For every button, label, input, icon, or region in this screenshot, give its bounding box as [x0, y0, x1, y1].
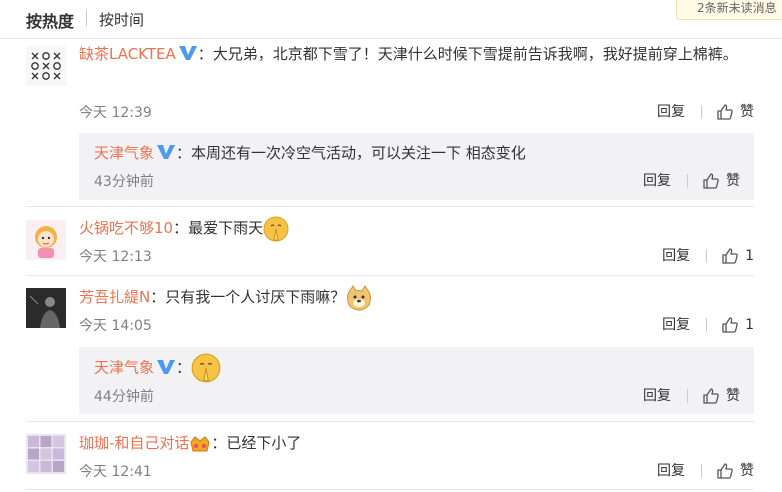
avatar[interactable] [26, 434, 66, 474]
comment-meta: 今天 12:13 回复 1 [79, 244, 754, 268]
thumbs-up-icon [722, 317, 738, 333]
like-button[interactable]: 赞 [702, 169, 740, 193]
username-link[interactable]: 缺茶LACKTEA [79, 45, 176, 63]
comment-meta: 今天 12:39 回复 赞 [79, 100, 754, 124]
pray-emoji-icon [263, 216, 289, 241]
divider [26, 206, 754, 207]
username-link[interactable]: 天津气象 [94, 359, 154, 377]
thumbs-up-icon [717, 463, 733, 479]
divider [687, 174, 688, 188]
like-button[interactable]: 1 [721, 313, 754, 337]
reply-box: 天津气象 ：本周还有一次冷空气活动，可以关注一下 相态变化 43分钟前 回复 赞 [79, 133, 754, 200]
like-count: 赞 [726, 173, 740, 189]
timestamp: 43分钟前 [94, 174, 154, 190]
timestamp: 44分钟前 [94, 389, 154, 405]
like-button[interactable]: 1 [721, 244, 754, 268]
notification-popup[interactable]: 2条新未读消息 [676, 0, 782, 20]
reply-button[interactable]: 回复 [657, 100, 685, 124]
reply-content: ：本周还有一次冷空气活动，可以关注一下 相态变化 [176, 144, 526, 162]
timestamp: 今天 14:05 [79, 318, 152, 334]
notification-text: 2条新未读消息 [697, 1, 777, 15]
comment-content: ：大兄弟，北京都下雪了！天津什么时候下雪提前告诉我啊，我好提前穿上棉裤。 [197, 45, 738, 63]
avatar[interactable] [26, 220, 66, 260]
reply-button[interactable]: 回复 [643, 384, 671, 408]
avatar[interactable] [26, 288, 66, 328]
reply-button[interactable]: 回复 [643, 169, 671, 193]
pray-emoji-icon [191, 353, 221, 383]
doge-emoji-icon [347, 284, 372, 311]
reply-text: 天津气象 ： [94, 353, 744, 383]
divider [26, 275, 754, 276]
verified-v-icon [157, 359, 176, 374]
reply-button[interactable]: 回复 [657, 459, 685, 483]
thumbs-up-icon [722, 248, 738, 264]
comment-text: 火锅吃不够10：最爱下雨天 [79, 214, 754, 242]
reply-text: 天津气象 ：本周还有一次冷空气活动，可以关注一下 相态变化 [94, 139, 744, 167]
comment-text: 芳吾扎緹N：只有我一个人讨厌下雨嘛？ [79, 283, 754, 312]
like-count: 赞 [740, 463, 754, 479]
divider [26, 489, 754, 490]
divider [701, 105, 702, 119]
divider [706, 249, 708, 263]
username-link[interactable]: 天津气象 [94, 144, 154, 162]
reply-meta: 43分钟前 回复 赞 [94, 169, 754, 193]
reply-button[interactable]: 回复 [662, 313, 690, 337]
comment-text: 缺茶LACKTEA ：大兄弟，北京都下雪了！天津什么时候下雪提前告诉我啊，我好提前… [79, 40, 754, 68]
comment-meta: 今天 12:41 回复 赞 [79, 459, 754, 483]
verified-v-icon [178, 46, 197, 60]
like-count: 1 [745, 317, 754, 333]
reply-meta: 44分钟前 回复 赞 [94, 384, 754, 408]
crown-emoji-icon [190, 435, 210, 451]
divider [86, 10, 87, 26]
like-button[interactable]: 赞 [716, 459, 754, 483]
comment-text: 珈珈-和自己对话 ：已经下小了 [79, 429, 754, 457]
reply-button[interactable]: 回复 [662, 244, 690, 268]
timestamp: 今天 12:39 [79, 105, 152, 121]
like-count: 赞 [726, 388, 740, 404]
divider [701, 464, 702, 478]
reply-box: 天津气象 ： 44分钟前 回复 赞 [79, 347, 754, 414]
comment-meta: 今天 14:05 回复 1 [79, 313, 754, 337]
username-link[interactable]: 芳吾扎緹N [79, 288, 150, 306]
comment-content: ：最爱下雨天 [173, 219, 264, 237]
timestamp: 今天 12:13 [79, 249, 152, 265]
like-count: 1 [745, 248, 754, 264]
like-button[interactable]: 赞 [702, 384, 740, 408]
comment-content: ：只有我一个人讨厌下雨嘛？ [150, 288, 346, 306]
divider [706, 318, 708, 332]
divider [26, 421, 754, 422]
username-link[interactable]: 珈珈-和自己对话 [79, 434, 189, 452]
thumbs-up-icon [703, 388, 719, 404]
divider [687, 389, 688, 403]
sort-bar: 按热度 按时间 [0, 0, 782, 39]
like-count: 赞 [740, 104, 754, 120]
thumbs-up-icon [717, 104, 733, 120]
thumbs-up-icon [703, 173, 719, 189]
username-link[interactable]: 火锅吃不够10 [79, 219, 173, 237]
timestamp: 今天 12:41 [79, 464, 152, 480]
verified-v-icon [157, 145, 176, 159]
sort-by-hot-tab[interactable]: 按热度 [26, 8, 74, 32]
avatar[interactable] [26, 46, 66, 86]
reply-content: ： [176, 358, 192, 377]
sort-by-time-tab[interactable]: 按时间 [99, 9, 144, 30]
like-button[interactable]: 赞 [716, 100, 754, 124]
comment-content: ：已经下小了 [211, 434, 302, 452]
